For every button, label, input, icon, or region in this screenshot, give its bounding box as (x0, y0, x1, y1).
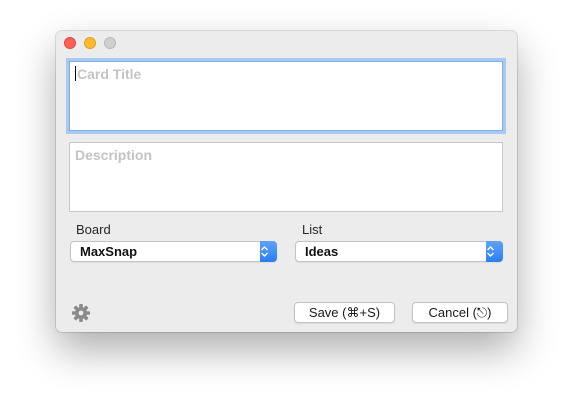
minimize-window-button[interactable] (84, 37, 96, 49)
cancel-button[interactable]: Cancel (⎋) (412, 302, 508, 323)
board-label: Board (76, 222, 111, 237)
save-button[interactable]: Save (⌘+S) (294, 302, 395, 323)
close-window-button[interactable] (64, 37, 76, 49)
board-select-value: MaxSnap (80, 244, 138, 259)
description-placeholder: Description (75, 147, 153, 163)
card-title-placeholder: Card Title (77, 66, 142, 82)
new-card-window: Card Title Description Board List MaxSna… (56, 31, 517, 332)
zoom-window-button[interactable] (104, 37, 116, 49)
window-controls (64, 37, 116, 49)
list-select-value: Ideas (305, 244, 339, 259)
card-title-input[interactable]: Card Title (69, 61, 503, 131)
board-select[interactable]: MaxSnap (70, 241, 277, 262)
text-caret (75, 66, 76, 81)
description-input[interactable]: Description (69, 142, 503, 212)
list-select[interactable]: Ideas (295, 241, 503, 262)
up-down-chevron-icon (486, 241, 503, 262)
list-label: List (302, 222, 323, 237)
up-down-chevron-icon (260, 241, 277, 262)
gear-icon[interactable] (71, 303, 91, 323)
